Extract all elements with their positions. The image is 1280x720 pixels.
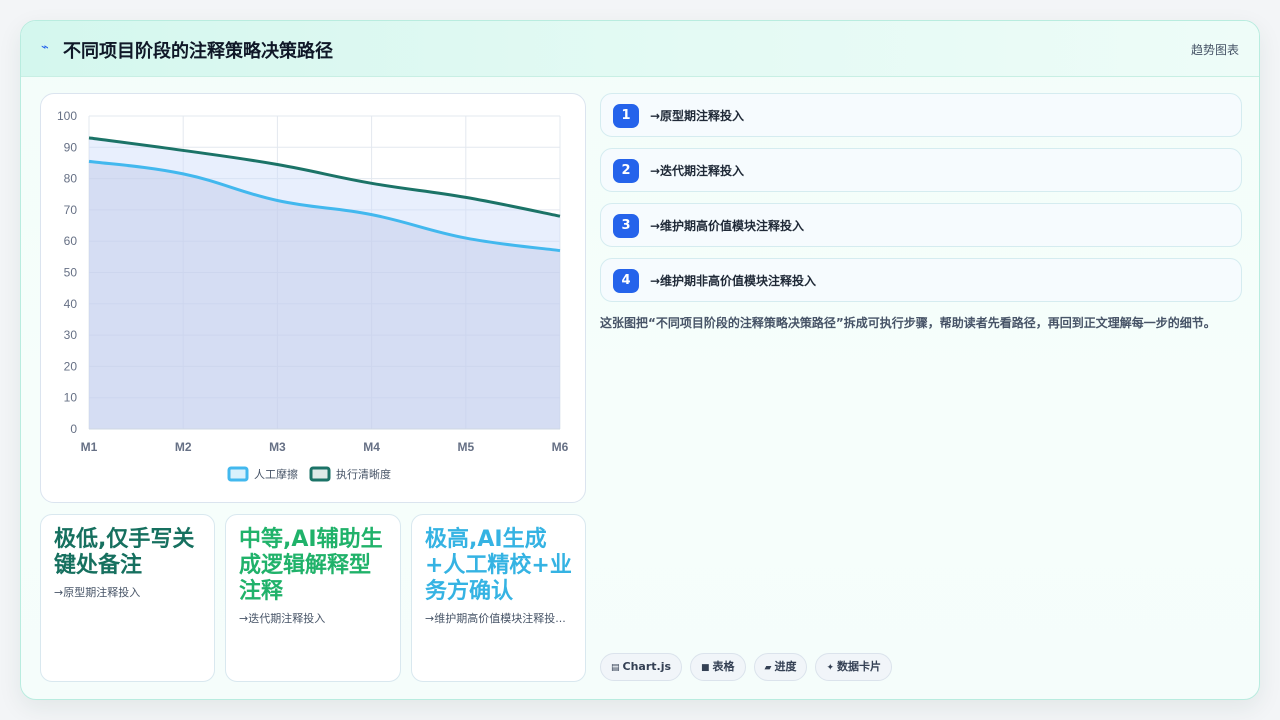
step-label: →维护期非高价值模块注释投入 [650, 274, 817, 288]
y-tick-label: 30 [64, 328, 78, 342]
legend-swatch [309, 466, 331, 482]
chip-progress[interactable]: ▰ 进度 [753, 653, 808, 681]
step-number: 2 [613, 159, 639, 183]
chart-icon: ▤ [611, 663, 620, 673]
chip-label: 数据卡片 [837, 660, 882, 673]
step-item[interactable]: 1 →原型期注释投入 [600, 93, 1242, 137]
step-number: 3 [613, 214, 639, 238]
x-tick-label: M5 [457, 440, 474, 454]
chart-panel: 0 10 20 30 40 50 60 70 80 90 100 M1 M2 M3 M4 M5 M6 人工摩擦 执行… [40, 93, 586, 503]
y-tick-label: 70 [64, 203, 78, 217]
chip-data-card[interactable]: ✦ 数据卡片 [815, 653, 893, 681]
sparkle-icon: ✦ [826, 663, 835, 673]
stat-value: 中等,AI辅助生成逻辑解释型注释 [239, 527, 383, 604]
chip-chartjs[interactable]: ▤ Chart.js [600, 653, 683, 681]
y-tick-label: 20 [64, 359, 78, 373]
chip-label: Chart.js [622, 660, 672, 673]
y-tick-label: 60 [64, 234, 78, 248]
x-tick-label: M1 [81, 440, 98, 454]
card-header: ⌁ 不同项目阶段的注释策略决策路径 趋势图表 [21, 21, 1259, 77]
stat-value: 极低,仅手写关键处备注 [54, 527, 195, 578]
y-tick-label: 10 [64, 391, 78, 405]
tag-chips: ▤ Chart.js ■ 表格 ▰ 进度 ✦ 数据卡片 [600, 653, 893, 681]
y-tick-label: 0 [70, 422, 77, 436]
stat-label: →维护期高价值模块注释投... [425, 612, 566, 625]
stat-card-prototype: 极低,仅手写关键处备注 →原型期注释投入 [40, 514, 215, 682]
y-tick-label: 100 [57, 109, 77, 123]
trend-icon: ⌁ [41, 40, 49, 55]
step-label: →原型期注释投入 [650, 109, 745, 123]
x-tick-label: M4 [363, 440, 380, 454]
y-tick-label: 80 [64, 172, 78, 186]
chip-label: 表格 [712, 660, 735, 673]
area-chart: 0 10 20 30 40 50 60 70 80 90 100 M1 M2 M3 M4 M5 M6 人工摩擦 执行… [57, 109, 569, 482]
step-label: →维护期高价值模块注释投入 [650, 219, 805, 233]
page-title: 不同项目阶段的注释策略决策路径 [63, 41, 333, 62]
legend-label: 执行清晰度 [336, 467, 391, 481]
y-tick-label: 90 [64, 140, 78, 154]
x-tick-label: M2 [175, 440, 192, 454]
stat-label: →迭代期注释投入 [239, 612, 326, 625]
step-list: 1 →原型期注释投入 2 →迭代期注释投入 3 →维护期高价值模块注释投入 4 … [600, 93, 1242, 313]
stat-card-maintenance: 极高,AI生成+人工精校+业务方确认 →维护期高价值模块注释投... [411, 514, 586, 682]
legend-swatch [227, 466, 249, 482]
step-number: 4 [613, 269, 639, 293]
chip-table[interactable]: ■ 表格 [690, 653, 746, 681]
chip-label: 进度 [774, 660, 797, 673]
x-tick-label: M6 [552, 440, 569, 454]
step-item[interactable]: 3 →维护期高价值模块注释投入 [600, 203, 1242, 247]
progress-icon: ▰ [764, 663, 772, 673]
main-card: ⌁ 不同项目阶段的注释策略决策路径 趋势图表 0 10 20 30 40 50 60 70 80… [20, 20, 1260, 700]
step-number: 1 [613, 104, 639, 128]
chart-description: 这张图把“不同项目阶段的注释策略决策路径”拆成可执行步骤，帮助读者先看路径，再回… [600, 316, 1216, 330]
step-item[interactable]: 2 →迭代期注释投入 [600, 148, 1242, 192]
stat-label: →原型期注释投入 [54, 586, 141, 599]
chart-type-tag: 趋势图表 [1190, 43, 1239, 57]
y-tick-label: 50 [64, 266, 78, 280]
stat-value: 极高,AI生成+人工精校+业务方确认 [425, 527, 572, 604]
table-icon: ■ [701, 663, 710, 673]
legend-label: 人工摩擦 [254, 467, 298, 481]
step-item[interactable]: 4 →维护期非高价值模块注释投入 [600, 258, 1242, 302]
x-tick-label: M3 [269, 440, 286, 454]
y-tick-label: 40 [64, 297, 78, 311]
stat-card-iteration: 中等,AI辅助生成逻辑解释型注释 →迭代期注释投入 [225, 514, 401, 682]
step-label: →迭代期注释投入 [650, 164, 745, 178]
